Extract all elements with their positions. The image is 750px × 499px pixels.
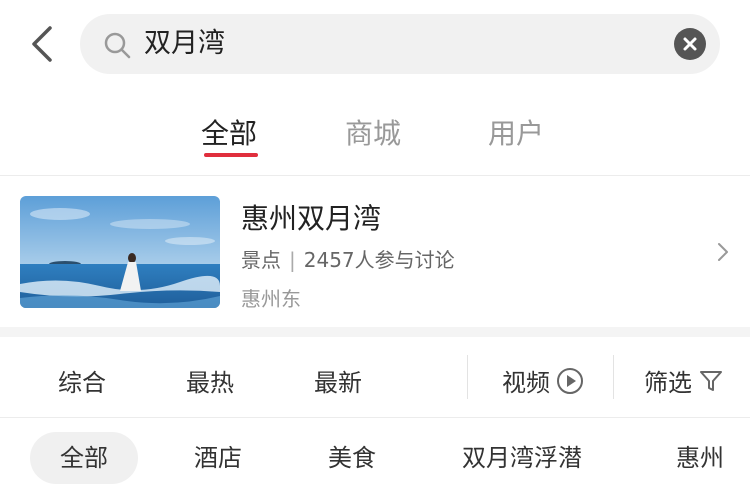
tab-mall[interactable]: 商城 <box>345 112 401 152</box>
sort-hottest[interactable]: 最热 <box>186 363 234 398</box>
result-tabs: 全部 商城 用户 <box>0 96 750 170</box>
search-icon <box>102 30 132 60</box>
tab-all[interactable]: 全部 <box>201 112 257 152</box>
filter-label: 筛选 <box>644 369 692 397</box>
search-header: 双月湾 <box>0 0 750 90</box>
poi-card[interactable]: 惠州双月湾 景点 | 2457人参与讨论 惠州东 <box>0 177 750 327</box>
play-circle-icon <box>556 367 584 401</box>
chip-snorkeling[interactable]: 双月湾浮潜 <box>462 432 582 484</box>
divider <box>613 355 614 399</box>
poi-discussion-count: 2457人参与讨论 <box>303 248 455 272</box>
sort-bar: 综合 最热 最新 视频 筛选 <box>0 337 750 417</box>
back-icon[interactable] <box>24 22 60 66</box>
search-bar[interactable]: 双月湾 <box>80 14 720 74</box>
chip-hotel[interactable]: 酒店 <box>194 432 242 484</box>
meta-separator: | <box>289 248 296 272</box>
poi-category: 景点 <box>241 248 281 272</box>
video-label: 视频 <box>502 369 550 397</box>
poi-thumbnail <box>20 196 220 308</box>
section-divider <box>0 327 750 337</box>
chip-all[interactable]: 全部 <box>30 432 138 484</box>
filter-button[interactable]: 筛选 <box>644 363 724 400</box>
divider <box>467 355 468 399</box>
tab-users[interactable]: 用户 <box>488 112 544 152</box>
poi-location: 惠州东 <box>241 287 301 311</box>
active-tab-indicator <box>204 153 258 157</box>
poi-title: 惠州双月湾 <box>241 202 382 235</box>
chevron-right-icon <box>716 241 730 263</box>
sort-comprehensive[interactable]: 综合 <box>58 363 106 398</box>
sort-newest[interactable]: 最新 <box>314 363 362 398</box>
video-filter-button[interactable]: 视频 <box>502 363 584 401</box>
clear-search-icon[interactable] <box>674 28 706 60</box>
divider <box>0 175 750 176</box>
search-input[interactable]: 双月湾 <box>144 24 664 64</box>
chip-food[interactable]: 美食 <box>328 432 376 484</box>
category-chips: 全部 酒店 美食 双月湾浮潜 惠州 <box>0 418 750 499</box>
chip-huizhou[interactable]: 惠州 <box>676 432 724 484</box>
filter-funnel-icon <box>698 368 724 400</box>
poi-meta: 景点 | 2457人参与讨论 <box>241 244 455 273</box>
